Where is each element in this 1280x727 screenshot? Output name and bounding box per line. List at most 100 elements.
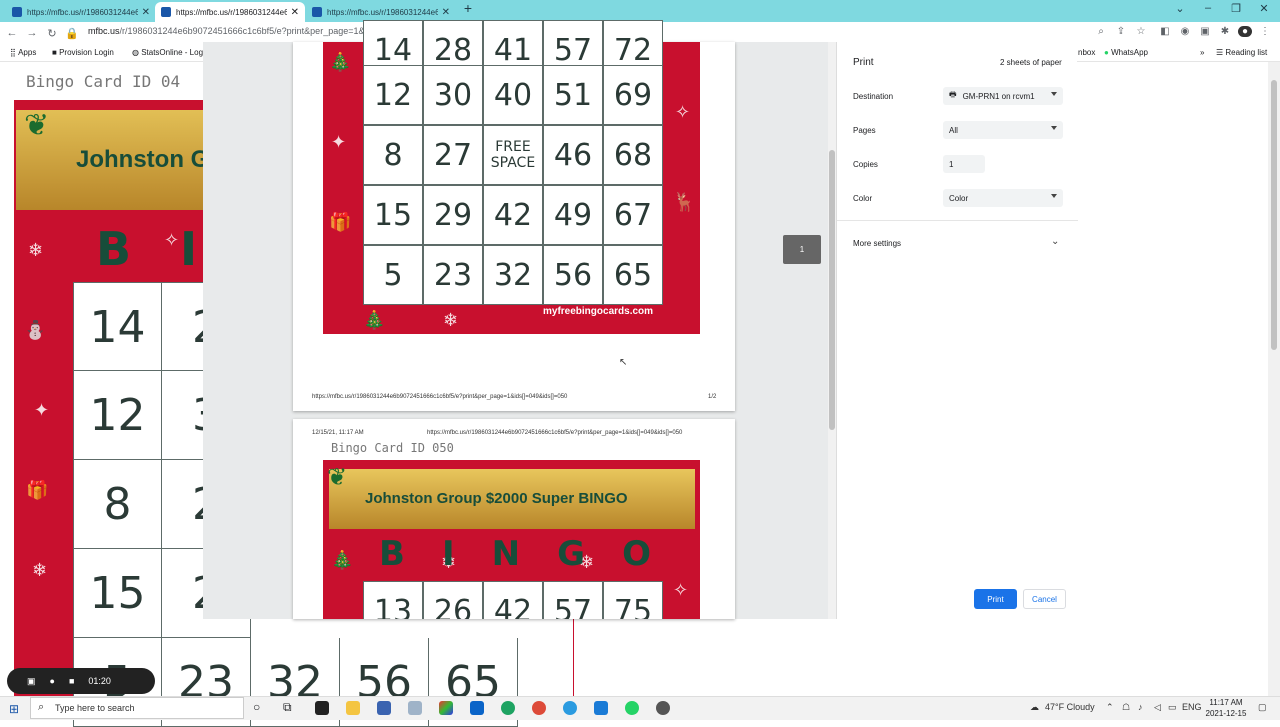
windows-start-icon[interactable]: ⊞ xyxy=(9,702,19,716)
letter: O xyxy=(622,534,651,574)
maximize-icon[interactable]: ❐ xyxy=(1226,2,1246,15)
divider xyxy=(837,220,1078,221)
network-icon[interactable]: ☖ xyxy=(1122,702,1130,713)
free-space-cell: FREE SPACE xyxy=(483,125,543,185)
bookmark-label: Reading list xyxy=(1225,48,1268,57)
bingo-cell: 68 xyxy=(603,125,663,185)
tray-chevron-icon[interactable]: ⌃ xyxy=(1106,702,1114,713)
bingo-cell: 32 xyxy=(483,245,543,305)
language-indicator[interactable]: ENG xyxy=(1182,702,1202,712)
taskbar-search[interactable]: Type here to search xyxy=(30,697,244,719)
tab-2[interactable]: https://mfbc.us/r/1986031244e6b ✕ xyxy=(155,2,305,22)
minimize-icon[interactable]: – xyxy=(1198,2,1218,14)
color-label: Color xyxy=(853,194,873,203)
puzzle-icon[interactable]: ✱ xyxy=(1218,26,1232,37)
close-icon[interactable]: ✕ xyxy=(142,7,150,18)
reload-icon[interactable]: ↻ xyxy=(44,27,60,40)
preview-scroll-thumb[interactable] xyxy=(829,150,835,430)
provision-bookmark[interactable]: ■ Provision Login xyxy=(52,48,114,57)
app-icon[interactable] xyxy=(439,701,453,715)
app-icon[interactable] xyxy=(563,701,577,715)
edge-icon[interactable] xyxy=(501,701,515,715)
bookmark-label: Apps xyxy=(18,48,37,57)
close-window-icon[interactable]: ✕ xyxy=(1254,2,1274,15)
webcam-icon[interactable]: ● xyxy=(50,676,55,686)
tab-3[interactable]: https://mfbc.us/r/1986031244e6b ✕ xyxy=(306,2,456,22)
apps-bookmark[interactable]: ⣿ Apps xyxy=(10,48,36,57)
app-icon[interactable] xyxy=(656,701,670,715)
copies-input[interactable]: 1 xyxy=(943,155,985,173)
preview-page-2: 12/15/21, 11:17 AM https://mfbc.us/r/198… xyxy=(293,419,735,619)
app-icon[interactable] xyxy=(594,701,608,715)
tab-search-icon[interactable]: ⌄ xyxy=(1170,2,1190,15)
bg-cell: 8 xyxy=(73,460,162,549)
close-icon[interactable]: ✕ xyxy=(442,7,450,18)
clock[interactable]: 11:17 AM 2021-12-15 xyxy=(1204,697,1248,719)
bingo-cell: 12 xyxy=(363,65,423,125)
bg-cell: 12 xyxy=(73,371,162,460)
close-icon[interactable]: ✕ xyxy=(291,7,299,18)
battery-icon[interactable]: ▭ xyxy=(1168,702,1177,713)
avatar[interactable]: ● xyxy=(1238,26,1252,37)
task-view-icon[interactable]: ⧉ xyxy=(283,700,292,715)
extension-icon[interactable]: ◧ xyxy=(1158,26,1172,37)
header-date: 12/15/21, 11:17 AM xyxy=(312,430,364,436)
chevron-down-icon[interactable]: ⌄ xyxy=(1051,236,1059,247)
color-select[interactable]: Color xyxy=(943,189,1063,207)
microphone-icon[interactable]: ♪ xyxy=(1138,702,1143,712)
secure-icon[interactable]: 🔒 xyxy=(64,27,80,40)
page-scroll-thumb[interactable] xyxy=(1271,80,1277,350)
outlook-icon[interactable] xyxy=(470,701,484,715)
forward-icon[interactable]: → xyxy=(24,27,40,39)
tab-title: https://mfbc.us/r/1986031244e6b xyxy=(176,7,287,17)
extension-icon[interactable]: ◉ xyxy=(1178,26,1192,37)
pages-label: Pages xyxy=(853,126,876,135)
weather-icon[interactable]: ☁ xyxy=(1030,702,1039,713)
whatsapp-bookmark[interactable]: ● WhatsApp xyxy=(1104,48,1148,57)
inbox-bookmark[interactable]: nbox xyxy=(1078,48,1095,57)
tab-title: https://mfbc.us/r/1986031244e6b xyxy=(327,7,438,17)
cancel-button[interactable]: Cancel xyxy=(1023,589,1066,609)
destination-select[interactable]: 🖶 GM-PRN1 on rcvm1 xyxy=(943,87,1063,105)
bookmark-label: WhatsApp xyxy=(1111,48,1148,57)
app-icon[interactable] xyxy=(377,701,391,715)
menu-icon[interactable]: ⋮ xyxy=(1258,26,1272,37)
bg-cell: 14 xyxy=(73,282,162,371)
file-explorer-icon[interactable] xyxy=(346,701,360,715)
tab-1[interactable]: https://mfbc.us/r/1986031244e6b ✕ xyxy=(6,2,156,22)
more-settings-toggle[interactable]: More settings xyxy=(853,239,901,248)
print-button[interactable]: Print xyxy=(974,589,1017,609)
bingo-cell: 57 xyxy=(543,581,603,619)
more-bookmarks-icon[interactable]: » xyxy=(1200,48,1204,57)
share-icon[interactable]: ⇪ xyxy=(1114,26,1128,37)
print-title: Print xyxy=(853,57,874,68)
bingo-cell: 23 xyxy=(423,245,483,305)
search-icon: ⌕ xyxy=(38,701,45,713)
stop-icon[interactable]: ■ xyxy=(69,676,74,686)
pause-icon[interactable]: ▣ xyxy=(27,676,36,687)
statsonline-bookmark[interactable]: ◍ StatsOnline - Login xyxy=(132,48,209,57)
bookmark-label: StatsOnline - Login xyxy=(141,48,210,57)
back-icon[interactable]: ← xyxy=(4,27,20,39)
new-tab-icon[interactable]: + xyxy=(458,0,478,16)
bingo-cell: 42 xyxy=(483,185,543,245)
copies-value: 1 xyxy=(949,159,954,169)
volume-icon[interactable]: ◁ xyxy=(1154,702,1161,713)
extension-icon[interactable]: ▣ xyxy=(1198,26,1212,37)
cortana-icon[interactable]: ○ xyxy=(253,700,260,714)
chrome-icon[interactable] xyxy=(532,701,546,715)
chevron-down-icon xyxy=(1051,194,1057,198)
tab-strip: https://mfbc.us/r/1986031244e6b ✕ https:/… xyxy=(0,0,1280,22)
app-icon[interactable] xyxy=(408,701,422,715)
star-icon[interactable]: ☆ xyxy=(1134,26,1148,37)
page-number-badge: 1 xyxy=(783,235,821,264)
footer-url: https://mfbc.us/r/1986031244e6b907245166… xyxy=(312,394,568,400)
whatsapp-icon[interactable] xyxy=(625,701,639,715)
reading-list[interactable]: ☰ Reading list xyxy=(1216,48,1267,57)
zoom-icon[interactable]: ⌕ xyxy=(1094,26,1108,37)
letter: G xyxy=(557,534,586,574)
notification-icon[interactable]: ▢ xyxy=(1258,702,1267,713)
weather-text[interactable]: 47°F Cloudy xyxy=(1045,702,1095,712)
pages-select[interactable]: All xyxy=(943,121,1063,139)
app-icon[interactable] xyxy=(315,701,329,715)
